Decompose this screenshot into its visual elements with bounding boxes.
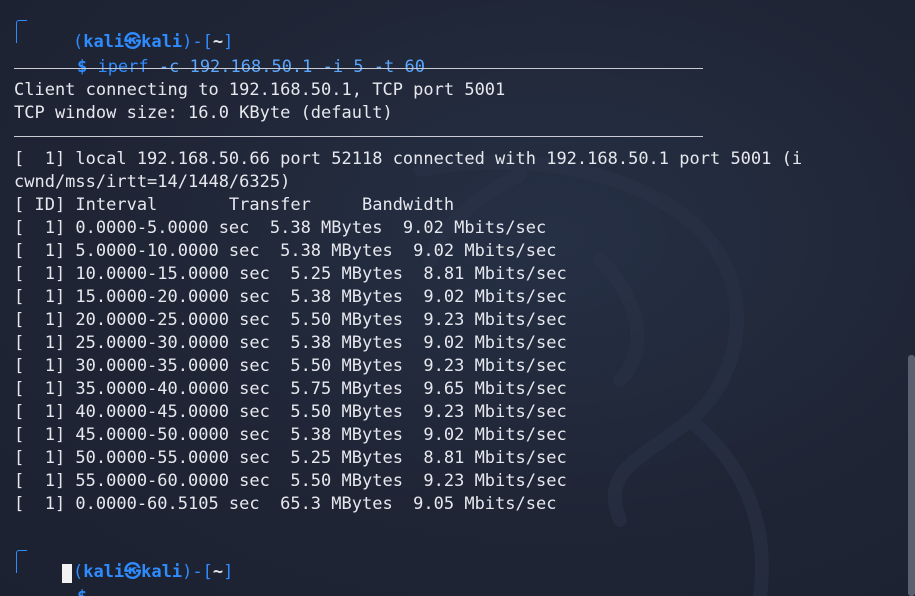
separator bbox=[14, 136, 703, 137]
local-connection-line: [ 1] local 192.168.50.66 port 52118 conn… bbox=[14, 149, 803, 169]
prompt-frame bbox=[16, 550, 27, 573]
table-row: [ 1] 15.0000-20.0000 sec 5.38 MBytes 9.0… bbox=[14, 287, 567, 307]
command-name: iperf bbox=[97, 57, 149, 77]
table-row: [ 1] 40.0000-45.0000 sec 5.50 MBytes 9.2… bbox=[14, 402, 567, 422]
table-row: [ 1] 5.0000-10.0000 sec 5.38 MBytes 9.02… bbox=[14, 241, 557, 261]
cwnd-line: cwnd/mss/irtt=14/1448/6325) bbox=[14, 172, 291, 192]
table-row: [ 1] 30.0000-35.0000 sec 5.50 MBytes 9.2… bbox=[14, 356, 567, 376]
table-header: [ ID] Interval Transfer Bandwidth bbox=[14, 195, 455, 215]
table-row: [ 1] 0.0000-5.0000 sec 5.38 MBytes 9.02 … bbox=[14, 218, 547, 238]
prompt-dollar: $ bbox=[76, 57, 88, 77]
table-row: [ 1] 35.0000-40.0000 sec 5.75 MBytes 9.6… bbox=[14, 379, 567, 399]
prompt-dollar: $ bbox=[77, 587, 87, 596]
window-size-line: TCP window size: 16.0 KByte (default) bbox=[14, 103, 393, 123]
text-cursor bbox=[62, 564, 72, 583]
prompt-at-symbol: ㉿ bbox=[124, 562, 142, 582]
separator bbox=[14, 68, 703, 69]
table-row: [ 1] 25.0000-30.0000 sec 5.38 MBytes 9.0… bbox=[14, 333, 567, 353]
table-row: [ 1] 10.0000-15.0000 sec 5.25 MBytes 8.8… bbox=[14, 264, 567, 284]
table-row-summary: [ 1] 0.0000-60.5105 sec 65.3 MBytes 9.05… bbox=[14, 494, 557, 514]
table-row: [ 1] 55.0000-60.0000 sec 5.50 MBytes 9.2… bbox=[14, 471, 567, 491]
table-row: [ 1] 45.0000-50.0000 sec 5.38 MBytes 9.0… bbox=[14, 425, 567, 445]
prompt-frame bbox=[16, 20, 27, 43]
terminal-window[interactable]: (kali㉿kali)-[~] $ iperf -c 192.168.50.1 … bbox=[0, 0, 915, 596]
command-line: $ iperf -c 192.168.50.1 -i 5 -t 60 bbox=[36, 33, 425, 77]
prompt-dir: ~ bbox=[212, 562, 224, 582]
command-args: -c 192.168.50.1 -i 5 -t 60 bbox=[148, 57, 425, 77]
scrollbar[interactable] bbox=[908, 355, 915, 596]
table-row: [ 1] 20.0000-25.0000 sec 5.50 MBytes 9.2… bbox=[14, 310, 567, 330]
prompt-line-1: (kali㉿kali)-[~] bbox=[72, 32, 234, 52]
prompt-host: kali bbox=[141, 562, 183, 582]
table-row: [ 1] 50.0000-55.0000 sec 5.25 MBytes 8.8… bbox=[14, 448, 567, 468]
connect-line: Client connecting to 192.168.50.1, TCP p… bbox=[14, 80, 506, 100]
prompt-user: kali bbox=[83, 562, 125, 582]
prompt-line-2: (kali㉿kali)-[~] bbox=[72, 562, 234, 582]
